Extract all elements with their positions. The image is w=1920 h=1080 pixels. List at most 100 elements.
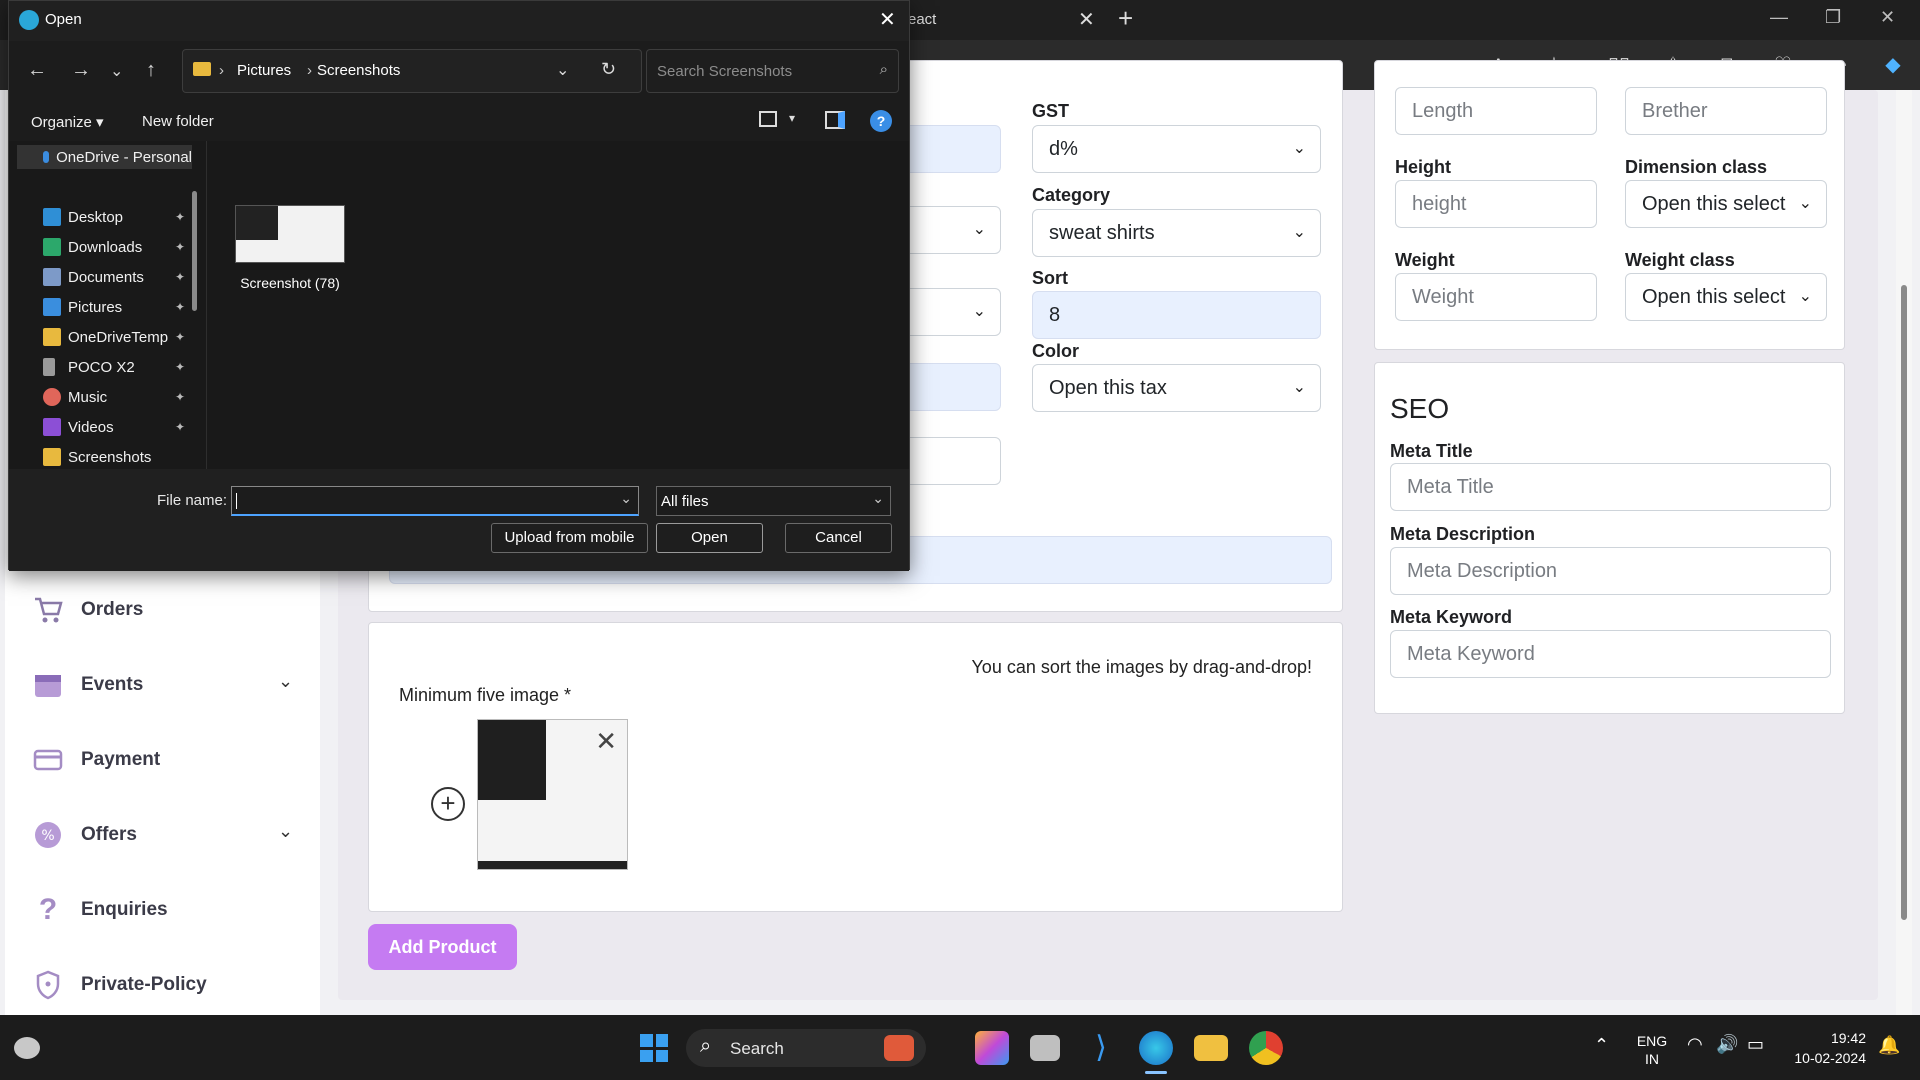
remove-image-icon[interactable]: ✕ xyxy=(595,726,617,757)
help-icon[interactable]: ? xyxy=(870,110,892,132)
dimension-class-value: Open this select xyxy=(1642,193,1786,215)
dimension-class-label: Dimension class xyxy=(1625,157,1768,177)
clock[interactable]: 19:42 10-02-2024 xyxy=(1786,1028,1866,1068)
path-segment[interactable]: Screenshots xyxy=(317,62,400,79)
meta-description-input[interactable]: Meta Description xyxy=(1390,547,1831,595)
color-select[interactable]: Open this tax ⌄ xyxy=(1032,364,1321,412)
image-requirement-label: Minimum five image * xyxy=(399,685,572,705)
sidebar-item-orders[interactable]: Orders xyxy=(33,590,143,630)
forward-arrow-icon[interactable]: → xyxy=(71,59,91,82)
pin-icon: ✦ xyxy=(175,300,186,314)
add-image-icon[interactable]: + xyxy=(431,787,465,821)
image-thumbnail[interactable]: ✕ xyxy=(477,719,628,870)
gst-select[interactable]: d% ⌄ xyxy=(1032,125,1321,173)
dimension-class-select[interactable]: Open this select ⌄ xyxy=(1625,180,1827,228)
file-name-input[interactable]: ⌄ xyxy=(231,486,639,516)
windows-start-icon[interactable] xyxy=(637,1031,671,1065)
organize-button[interactable]: Organize ▾ xyxy=(31,113,104,131)
weather-icon[interactable] xyxy=(14,1037,40,1059)
nav-item-label: Documents xyxy=(68,268,144,286)
up-arrow-icon[interactable]: ↑ xyxy=(146,59,156,82)
chevron-up-icon[interactable]: ⌃ xyxy=(1594,1035,1609,1056)
language-indicator[interactable]: ENG IN xyxy=(1636,1032,1668,1068)
sidebar-item-private-policy[interactable]: Private-Policy xyxy=(33,965,207,1005)
notification-bell-icon[interactable]: 🔔 xyxy=(1878,1035,1900,1056)
nav-item-onedrive[interactable]: OneDrive - Personal xyxy=(17,145,192,169)
chevron-down-icon[interactable]: ⌄ xyxy=(278,671,293,692)
tab-title[interactable]: eact xyxy=(908,11,936,28)
start-tile xyxy=(640,1034,653,1047)
breadth-input[interactable]: Brether xyxy=(1625,87,1827,135)
cancel-button[interactable]: Cancel xyxy=(785,523,892,553)
open-button[interactable]: Open xyxy=(656,523,763,553)
nav-item-label: Desktop xyxy=(68,208,124,226)
meta-keyword-label: Meta Keyword xyxy=(1390,607,1513,627)
length-input[interactable]: Length xyxy=(1395,87,1597,135)
meta-title-input[interactable]: Meta Title xyxy=(1390,463,1831,511)
path-dropdown-icon[interactable]: ⌄ xyxy=(556,60,569,80)
cart-icon xyxy=(33,595,63,625)
sort-input[interactable]: 8 xyxy=(1032,291,1321,339)
view-dropdown-icon[interactable]: ▾ xyxy=(789,111,795,125)
document-icon xyxy=(43,268,61,286)
preview-pane-icon[interactable] xyxy=(825,111,845,129)
nav-item-videos[interactable]: Videos ✦ xyxy=(43,415,188,439)
chevron-down-icon[interactable]: ⌄ xyxy=(278,821,293,842)
weight-input[interactable]: Weight xyxy=(1395,273,1597,321)
recent-locations-icon[interactable]: ⌄ xyxy=(110,61,123,81)
new-folder-button[interactable]: New folder xyxy=(142,113,214,130)
battery-icon[interactable]: ▭ xyxy=(1747,1034,1764,1055)
nav-item-documents[interactable]: Documents ✦ xyxy=(43,265,188,289)
sidebar-item-offers[interactable]: % Offers ⌄ xyxy=(33,815,303,855)
nav-item-screenshots[interactable]: Screenshots xyxy=(43,445,188,469)
volume-icon[interactable]: 🔊 xyxy=(1716,1034,1738,1055)
height-input[interactable]: height xyxy=(1395,180,1597,228)
file-type-select[interactable]: All files ⌄ xyxy=(656,486,891,516)
nav-item-desktop[interactable]: Desktop ✦ xyxy=(43,205,188,229)
refresh-icon[interactable]: ↻ xyxy=(601,59,616,80)
back-arrow-icon[interactable]: ← xyxy=(27,59,47,82)
copilot-icon[interactable]: ◆ xyxy=(1880,52,1906,78)
path-segment[interactable]: Pictures xyxy=(237,62,291,79)
nav-item-pictures[interactable]: Pictures ✦ xyxy=(43,295,188,319)
sidebar-item-events[interactable]: Events ⌄ xyxy=(33,665,303,705)
upload-from-mobile-button[interactable]: Upload from mobile xyxy=(491,523,648,553)
start-tile xyxy=(655,1049,668,1062)
chevron-down-icon[interactable]: ⌄ xyxy=(620,490,632,507)
dialog-search-input[interactable]: Search Screenshots ⌕ xyxy=(646,49,899,93)
text-cursor xyxy=(236,493,237,509)
taskbar-search[interactable]: ⌕ Search xyxy=(686,1029,926,1067)
vscode-icon[interactable]: ⟩ xyxy=(1084,1031,1118,1065)
task-view-icon[interactable] xyxy=(1030,1035,1060,1061)
language-line-1: ENG xyxy=(1636,1033,1668,1049)
nav-item-downloads[interactable]: Downloads ✦ xyxy=(43,235,188,259)
weight-class-select[interactable]: Open this select ⌄ xyxy=(1625,273,1827,321)
nav-item-onedrivetemp[interactable]: OneDriveTemp ✦ xyxy=(43,325,188,349)
category-select[interactable]: sweat shirts ⌄ xyxy=(1032,209,1321,257)
minimize-icon[interactable]: — xyxy=(1770,7,1788,28)
view-options-icon[interactable] xyxy=(759,111,777,127)
address-path[interactable]: › Pictures › Screenshots ⌄ ↻ xyxy=(182,49,642,93)
file-item[interactable]: Screenshot (78) xyxy=(235,205,345,301)
restore-icon[interactable]: ❐ xyxy=(1825,7,1841,28)
chevron-down-icon: ⌄ xyxy=(972,221,986,238)
dialog-close-icon[interactable]: ✕ xyxy=(879,7,896,32)
new-tab-button[interactable]: + xyxy=(1118,3,1133,34)
edge-icon[interactable] xyxy=(1139,1031,1173,1065)
scrollbar-thumb[interactable] xyxy=(1901,285,1907,920)
meta-keyword-input[interactable]: Meta Keyword xyxy=(1390,630,1831,678)
nav-item-poco-x2[interactable]: POCO X2 ✦ xyxy=(43,355,188,379)
sidebar-item-payment[interactable]: Payment xyxy=(33,740,160,780)
nav-item-label: Pictures xyxy=(68,298,123,316)
sidebar-item-enquiries[interactable]: ? Enquiries xyxy=(33,890,168,930)
close-window-icon[interactable]: ✕ xyxy=(1880,7,1895,28)
add-product-button[interactable]: Add Product xyxy=(368,924,517,970)
video-icon xyxy=(43,418,61,436)
copilot-pre-icon[interactable] xyxy=(975,1031,1009,1065)
tab-close-icon[interactable]: ✕ xyxy=(1078,7,1095,32)
nav-item-music[interactable]: Music ✦ xyxy=(43,385,188,409)
chrome-icon[interactable] xyxy=(1249,1031,1283,1065)
wifi-icon[interactable]: ◠ xyxy=(1687,1034,1703,1055)
nav-pane-scrollbar[interactable] xyxy=(192,191,197,311)
file-explorer-icon[interactable] xyxy=(1194,1035,1228,1061)
